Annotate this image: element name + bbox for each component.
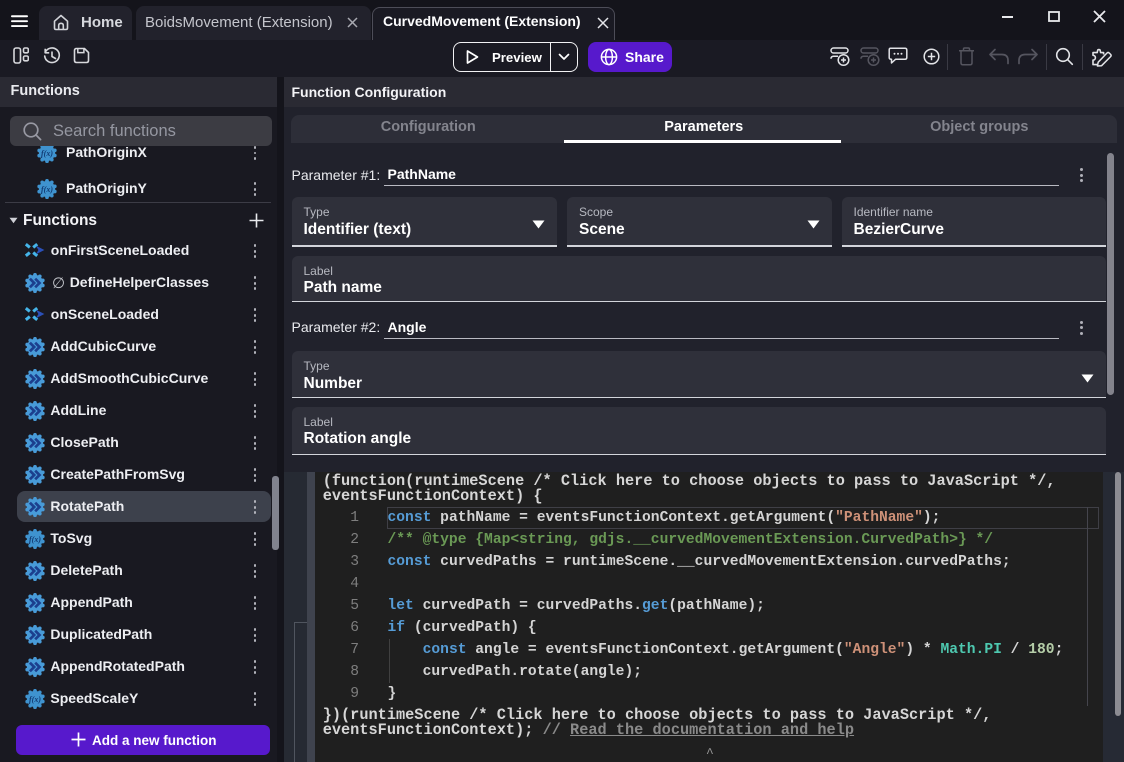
- svg-text:f(x): f(x): [41, 185, 53, 194]
- svg-text:f(x): f(x): [29, 535, 41, 544]
- svg-text:f(x): f(x): [29, 695, 41, 704]
